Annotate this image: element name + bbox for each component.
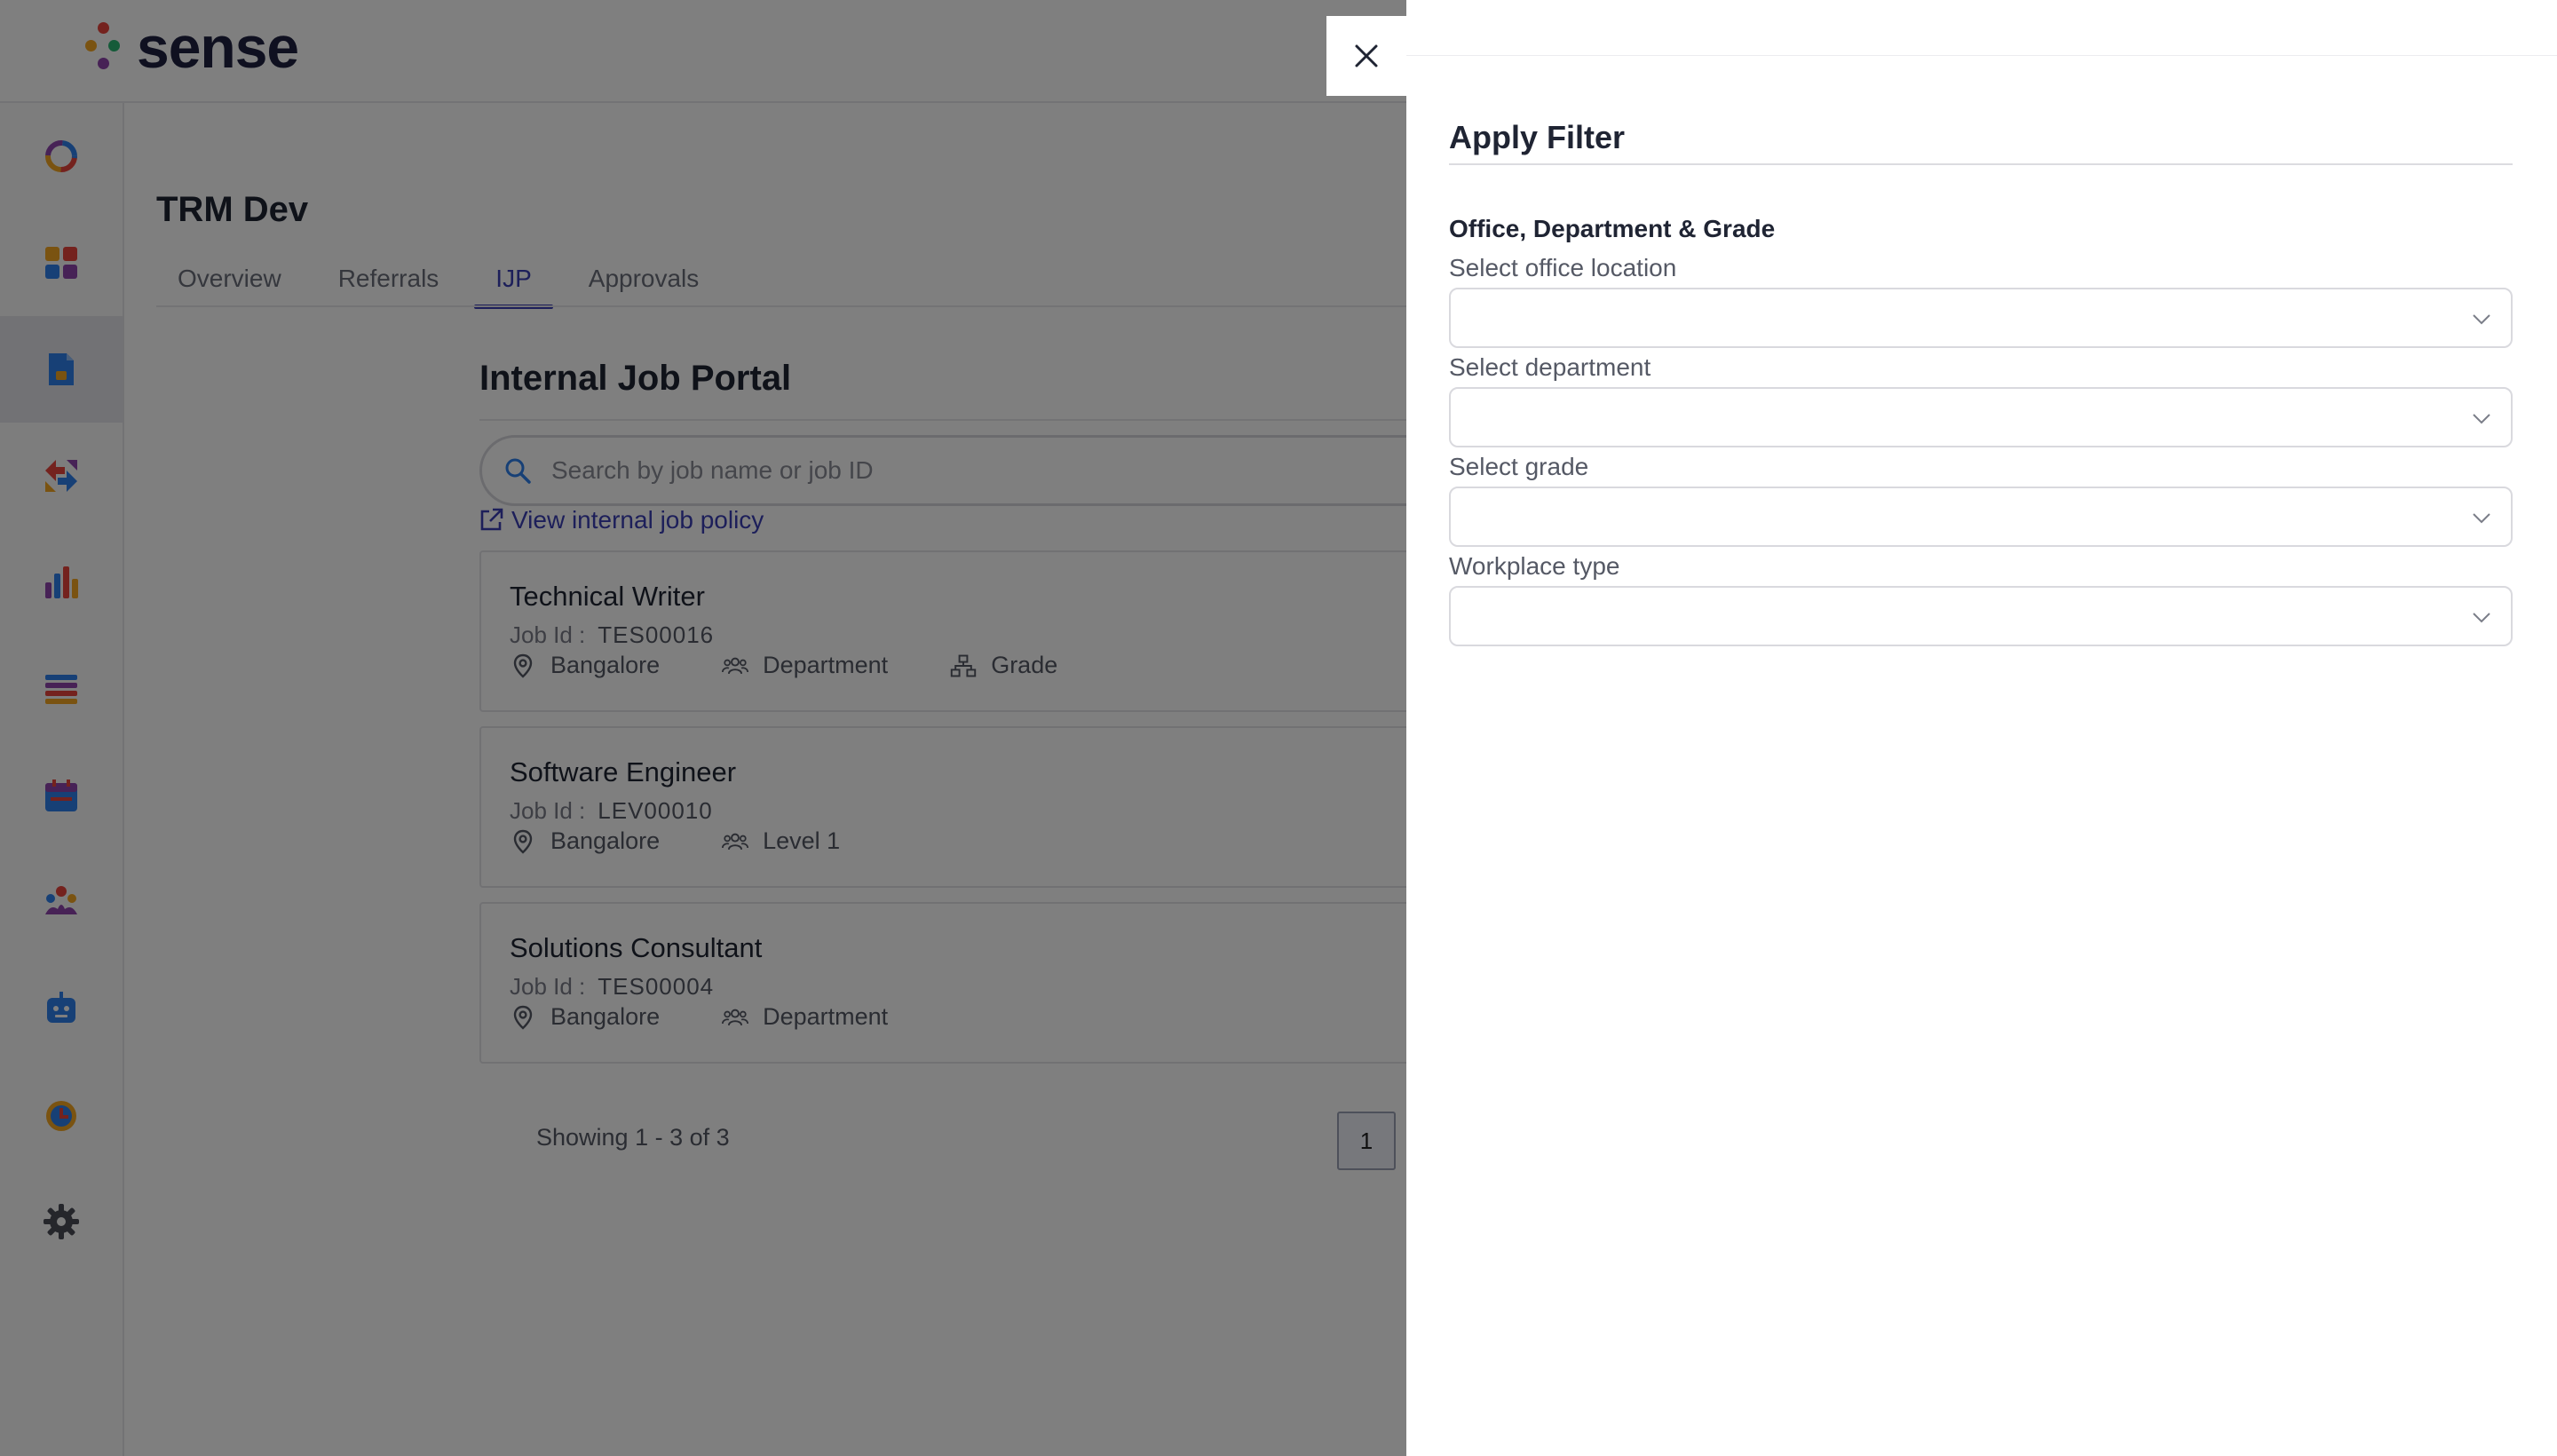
- department-select[interactable]: [1449, 387, 2513, 447]
- filter-section-title: Office, Department & Grade: [1449, 215, 1776, 242]
- close-filter-button[interactable]: [1326, 16, 1406, 96]
- grade-label: Select grade: [1449, 453, 1589, 480]
- modal-backdrop[interactable]: [0, 0, 1406, 1456]
- workplace-type-select[interactable]: [1449, 586, 2513, 646]
- drawer-header-divider: [1406, 55, 2557, 56]
- office-location-label: Select office location: [1449, 254, 1677, 281]
- office-location-select[interactable]: [1449, 288, 2513, 348]
- grade-select[interactable]: [1449, 487, 2513, 547]
- chevron-down-icon: [2473, 613, 2490, 623]
- chevron-down-icon: [2473, 414, 2490, 424]
- chevron-down-icon: [2473, 314, 2490, 325]
- close-icon: [1355, 44, 1378, 67]
- chevron-down-icon: [2473, 513, 2490, 524]
- department-label: Select department: [1449, 353, 1651, 381]
- filter-title: Apply Filter: [1449, 119, 1626, 155]
- filter-title-divider: [1449, 163, 2513, 165]
- filter-drawer: Apply Filter Office, Department & Grade …: [1406, 0, 2557, 1456]
- workplace-type-label: Workplace type: [1449, 552, 1620, 580]
